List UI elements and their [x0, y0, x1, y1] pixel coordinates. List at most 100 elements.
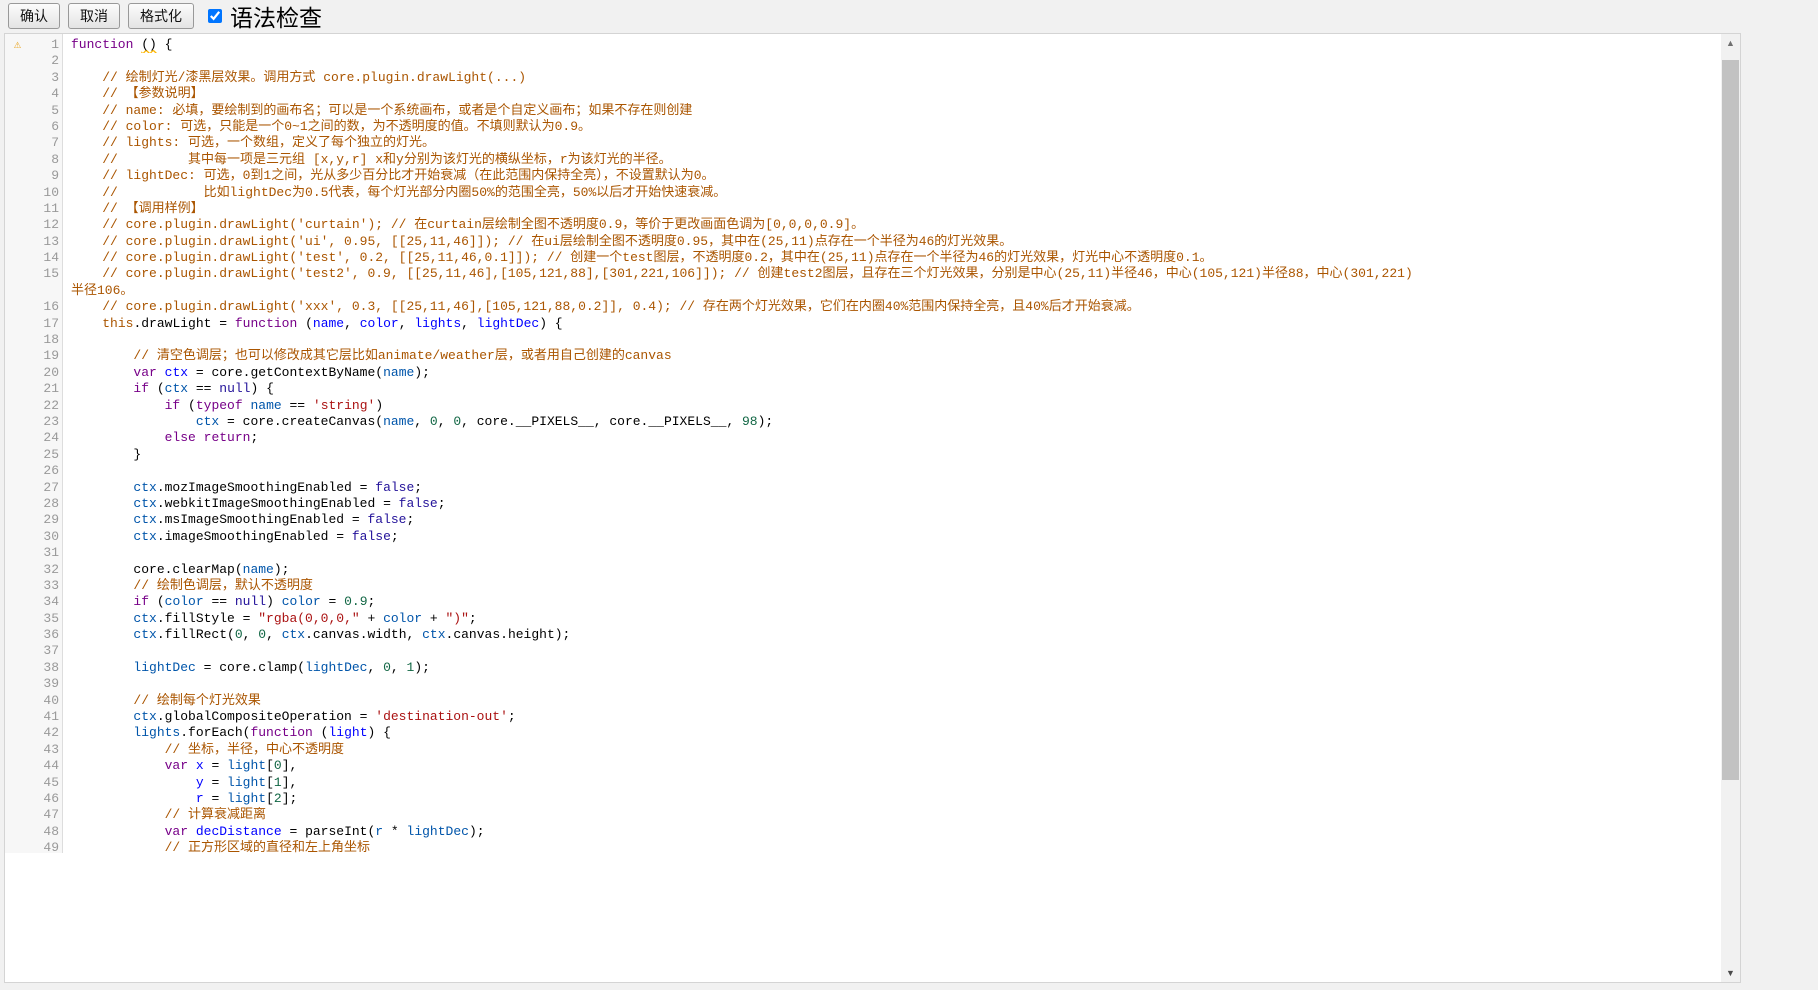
code-line[interactable]: 27 ctx.mozImageSmoothingEnabled = false; [5, 480, 1721, 496]
code-line-content[interactable]: var decDistance = parseInt(r * lightDec)… [63, 824, 1721, 840]
code-line-content[interactable]: // 其中每一项是三元组 [x,y,r] x和y分别为该灯光的横纵坐标，r为该灯… [63, 152, 1721, 168]
code-line-content[interactable] [63, 463, 1721, 479]
code-editor[interactable]: ⚠1function () {23 // 绘制灯光/漆黑层效果。调用方式 cor… [4, 33, 1741, 983]
format-button[interactable]: 格式化 [128, 3, 194, 29]
code-line[interactable]: 24 else return; [5, 430, 1721, 446]
code-line-content[interactable]: // 坐标，半径，中心不透明度 [63, 742, 1721, 758]
code-line[interactable]: 36 ctx.fillRect(0, 0, ctx.canvas.width, … [5, 627, 1721, 643]
code-line-content[interactable]: this.drawLight = function (name, color, … [63, 316, 1721, 332]
code-line-content[interactable] [63, 643, 1721, 659]
scrollbar-thumb[interactable] [1722, 60, 1739, 780]
code-line-content[interactable]: ctx.msImageSmoothingEnabled = false; [63, 512, 1721, 528]
code-scroller[interactable]: ⚠1function () {23 // 绘制灯光/漆黑层效果。调用方式 cor… [5, 34, 1721, 853]
code-line[interactable]: 28 ctx.webkitImageSmoothingEnabled = fal… [5, 496, 1721, 512]
code-line-content[interactable]: // 【参数说明】 [63, 86, 1721, 102]
code-line-content[interactable]: if (typeof name == 'string') [63, 398, 1721, 414]
code-line[interactable]: 33 // 绘制色调层，默认不透明度 [5, 578, 1721, 594]
code-line-content[interactable]: if (ctx == null) { [63, 381, 1721, 397]
code-line[interactable]: 49 // 正方形区域的直径和左上角坐标 [5, 840, 1721, 853]
code-line[interactable]: 37 [5, 643, 1721, 659]
code-line-content[interactable]: var ctx = core.getContextByName(name); [63, 365, 1721, 381]
code-line[interactable]: 13 // core.plugin.drawLight('ui', 0.95, … [5, 234, 1721, 250]
code-line-content[interactable] [63, 53, 1721, 69]
code-line[interactable]: 14 // core.plugin.drawLight('test', 0.2,… [5, 250, 1721, 266]
code-line[interactable]: 8 // 其中每一项是三元组 [x,y,r] x和y分别为该灯光的横纵坐标，r为… [5, 152, 1721, 168]
code-line[interactable]: 44 var x = light[0], [5, 758, 1721, 774]
code-line-content[interactable]: // 【调用样例】 [63, 201, 1721, 217]
code-line-content[interactable] [63, 332, 1721, 348]
code-line[interactable]: 43 // 坐标，半径，中心不透明度 [5, 742, 1721, 758]
code-line[interactable]: 30 ctx.imageSmoothingEnabled = false; [5, 529, 1721, 545]
code-line-content[interactable]: ctx.webkitImageSmoothingEnabled = false; [63, 496, 1721, 512]
code-line-content[interactable]: core.clearMap(name); [63, 562, 1721, 578]
code-line-content[interactable]: lightDec = core.clamp(lightDec, 0, 1); [63, 660, 1721, 676]
code-line-content[interactable]: r = light[2]; [63, 791, 1721, 807]
code-line[interactable]: 5 // name: 必填，要绘制到的画布名；可以是一个系统画布，或者是个自定义… [5, 103, 1721, 119]
code-line[interactable]: 18 [5, 332, 1721, 348]
code-line[interactable]: 16 // core.plugin.drawLight('xxx', 0.3, … [5, 299, 1721, 315]
code-line-content[interactable]: if (color == null) color = 0.9; [63, 594, 1721, 610]
code-line[interactable]: 35 ctx.fillStyle = "rgba(0,0,0," + color… [5, 611, 1721, 627]
code-line[interactable]: ⚠1function () { [5, 37, 1721, 53]
code-line[interactable]: 15 // core.plugin.drawLight('test2', 0.9… [5, 266, 1721, 282]
code-line-content[interactable]: // lights: 可选，一个数组，定义了每个独立的灯光。 [63, 135, 1721, 151]
code-line[interactable]: 7 // lights: 可选，一个数组，定义了每个独立的灯光。 [5, 135, 1721, 151]
code-line[interactable]: 23 ctx = core.createCanvas(name, 0, 0, c… [5, 414, 1721, 430]
code-line[interactable]: 38 lightDec = core.clamp(lightDec, 0, 1)… [5, 660, 1721, 676]
cancel-button[interactable]: 取消 [68, 3, 120, 29]
code-line-content[interactable]: // lightDec: 可选，0到1之间，光从多少百分比才开始衰减（在此范围内… [63, 168, 1721, 184]
code-line[interactable]: 26 [5, 463, 1721, 479]
code-line-content[interactable]: var x = light[0], [63, 758, 1721, 774]
code-line-content[interactable]: ctx.mozImageSmoothingEnabled = false; [63, 480, 1721, 496]
code-line-content[interactable]: // 绘制每个灯光效果 [63, 693, 1721, 709]
code-line[interactable]: 10 // 比如lightDec为0.5代表，每个灯光部分内圈50%的范围全亮，… [5, 185, 1721, 201]
vertical-scrollbar[interactable]: ▲ ▼ [1721, 34, 1740, 982]
code-line[interactable]: 48 var decDistance = parseInt(r * lightD… [5, 824, 1721, 840]
code-line-content[interactable]: y = light[1], [63, 775, 1721, 791]
code-line[interactable]: 6 // color: 可选，只能是一个0~1之间的数，为不透明度的值。不填则默… [5, 119, 1721, 135]
code-line[interactable]: 42 lights.forEach(function (light) { [5, 725, 1721, 741]
code-line-content[interactable]: // 清空色调层；也可以修改成其它层比如animate/weather层，或者用… [63, 348, 1721, 364]
code-line[interactable]: 2 [5, 53, 1721, 69]
code-line-content[interactable]: // core.plugin.drawLight('curtain'); // … [63, 217, 1721, 233]
code-line-content[interactable]: // core.plugin.drawLight('test2', 0.9, [… [63, 266, 1721, 282]
code-line[interactable]: 29 ctx.msImageSmoothingEnabled = false; [5, 512, 1721, 528]
code-line[interactable]: 22 if (typeof name == 'string') [5, 398, 1721, 414]
code-line-content[interactable] [63, 676, 1721, 692]
code-line[interactable]: 39 [5, 676, 1721, 692]
code-line-content[interactable]: ctx.fillRect(0, 0, ctx.canvas.width, ctx… [63, 627, 1721, 643]
code-line-content[interactable]: ctx = core.createCanvas(name, 0, 0, core… [63, 414, 1721, 430]
code-line[interactable]: 19 // 清空色调层；也可以修改成其它层比如animate/weather层，… [5, 348, 1721, 364]
code-line[interactable]: 11 // 【调用样例】 [5, 201, 1721, 217]
code-line[interactable]: 9 // lightDec: 可选，0到1之间，光从多少百分比才开始衰减（在此范… [5, 168, 1721, 184]
code-line[interactable]: 12 // core.plugin.drawLight('curtain'); … [5, 217, 1721, 233]
code-line[interactable]: 17 this.drawLight = function (name, colo… [5, 316, 1721, 332]
code-line[interactable]: 25 } [5, 447, 1721, 463]
code-line-content[interactable]: function () { [63, 37, 1721, 53]
scroll-down-icon[interactable]: ▼ [1721, 964, 1740, 982]
code-line[interactable]: 20 var ctx = core.getContextByName(name)… [5, 365, 1721, 381]
code-line-content[interactable]: // core.plugin.drawLight('xxx', 0.3, [[2… [63, 299, 1721, 315]
code-line-content[interactable]: // 计算衰减距离 [63, 807, 1721, 823]
code-line-content[interactable]: // 绘制色调层，默认不透明度 [63, 578, 1721, 594]
code-line[interactable]: 45 y = light[1], [5, 775, 1721, 791]
code-line-content[interactable]: // name: 必填，要绘制到的画布名；可以是一个系统画布，或者是个自定义画布… [63, 103, 1721, 119]
syntax-check-checkbox[interactable] [208, 9, 222, 23]
code-line[interactable]: 47 // 计算衰减距离 [5, 807, 1721, 823]
code-line-content[interactable]: // 比如lightDec为0.5代表，每个灯光部分内圈50%的范围全亮，50%… [63, 185, 1721, 201]
code-line-content[interactable]: // color: 可选，只能是一个0~1之间的数，为不透明度的值。不填则默认为… [63, 119, 1721, 135]
code-line-content[interactable]: // 正方形区域的直径和左上角坐标 [63, 840, 1721, 853]
code-line-content[interactable]: 半径106。 [63, 283, 1721, 299]
code-line-content[interactable]: // core.plugin.drawLight('test', 0.2, [[… [63, 250, 1721, 266]
code-line[interactable]: 3 // 绘制灯光/漆黑层效果。调用方式 core.plugin.drawLig… [5, 70, 1721, 86]
code-line-content[interactable]: ctx.imageSmoothingEnabled = false; [63, 529, 1721, 545]
code-line-content[interactable]: lights.forEach(function (light) { [63, 725, 1721, 741]
code-line[interactable]: 41 ctx.globalCompositeOperation = 'desti… [5, 709, 1721, 725]
code-line[interactable]: 4 // 【参数说明】 [5, 86, 1721, 102]
code-line[interactable]: 46 r = light[2]; [5, 791, 1721, 807]
code-line[interactable]: 32 core.clearMap(name); [5, 562, 1721, 578]
code-line[interactable]: 21 if (ctx == null) { [5, 381, 1721, 397]
code-line[interactable]: 半径106。 [5, 283, 1721, 299]
code-line-content[interactable]: } [63, 447, 1721, 463]
code-line-content[interactable]: // 绘制灯光/漆黑层效果。调用方式 core.plugin.drawLight… [63, 70, 1721, 86]
